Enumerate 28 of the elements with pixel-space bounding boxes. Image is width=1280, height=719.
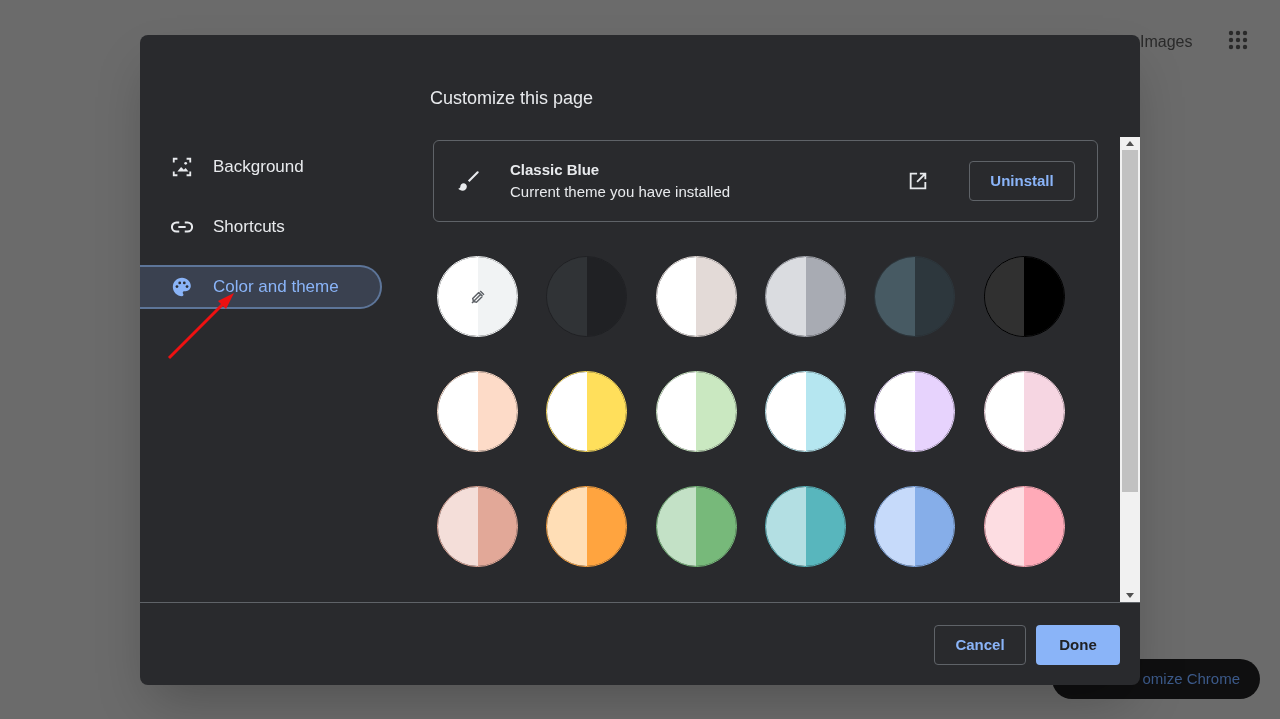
- color-swatch[interactable]: [874, 486, 956, 567]
- color-swatch[interactable]: [437, 486, 518, 567]
- color-swatch[interactable]: [765, 486, 846, 567]
- eyedropper-icon: [469, 288, 487, 306]
- color-swatch[interactable]: [546, 486, 628, 567]
- scroll-up-icon[interactable]: [1126, 141, 1134, 146]
- custom-color-swatch[interactable]: [437, 256, 518, 337]
- palette-icon: [171, 276, 193, 298]
- color-swatch[interactable]: [983, 256, 1065, 337]
- cancel-button[interactable]: Cancel: [934, 625, 1026, 665]
- scrollbar[interactable]: [1120, 137, 1140, 602]
- color-swatch[interactable]: [655, 486, 737, 567]
- done-button[interactable]: Done: [1036, 625, 1120, 665]
- open-external-icon[interactable]: [907, 170, 929, 192]
- sidebar-item[interactable]: Color and theme: [140, 265, 382, 309]
- paintbrush-icon: [456, 168, 482, 194]
- dialog-title: Customize this page: [429, 87, 595, 110]
- sidebar-item[interactable]: Background: [140, 145, 382, 189]
- theme-description: Current theme you have installed: [510, 182, 732, 202]
- sidebar-item[interactable]: Shortcuts: [140, 205, 382, 249]
- color-swatch[interactable]: [874, 256, 956, 337]
- uninstall-button[interactable]: Uninstall: [969, 161, 1075, 201]
- apps-grid-icon[interactable]: [1228, 30, 1248, 50]
- theme-name: Classic Blue: [510, 159, 601, 180]
- image-icon: [171, 156, 193, 178]
- color-swatch[interactable]: [765, 256, 846, 337]
- scroll-down-icon[interactable]: [1126, 593, 1134, 598]
- link-icon: [171, 220, 193, 234]
